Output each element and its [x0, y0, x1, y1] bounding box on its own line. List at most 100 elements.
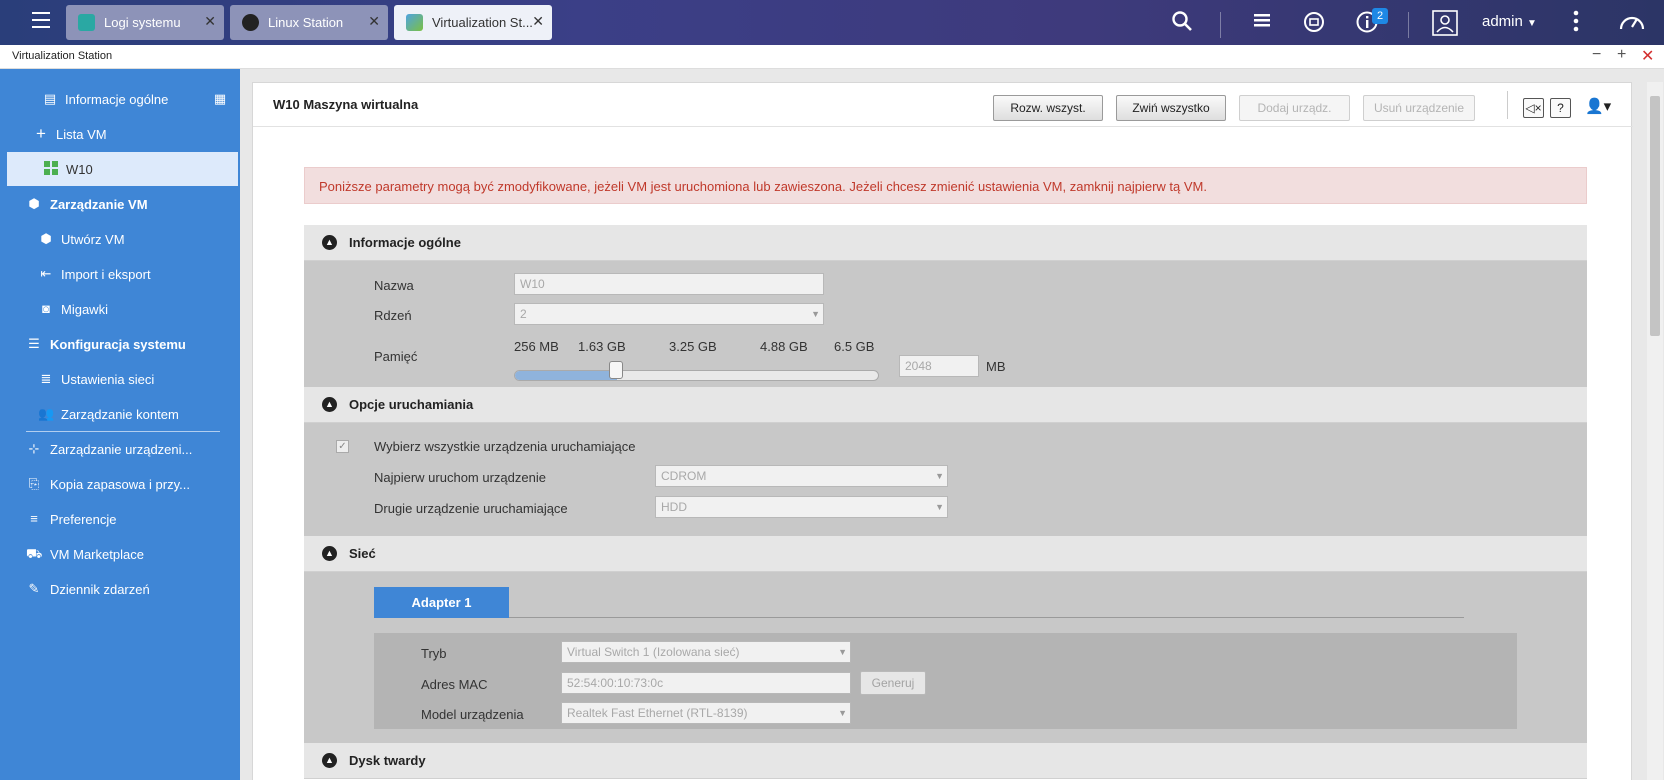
virtualization-cube-icon	[406, 14, 423, 31]
sidebar-item-event-log[interactable]: ✎ Dziennik zdarzeń	[0, 572, 240, 606]
sidebar-item-label: Preferencje	[50, 512, 117, 527]
maximize-button[interactable]: +	[1617, 46, 1626, 64]
help-icon[interactable]: ?	[1550, 98, 1571, 118]
mode-value: Virtual Switch 1 (Izolowana sieć)	[567, 645, 740, 659]
sidebar-item-vm-list[interactable]: + Lista VM	[0, 117, 240, 151]
stack-icon[interactable]	[1250, 10, 1274, 36]
mac-field[interactable]: 52:54:00:10:73:0c	[561, 672, 851, 694]
camera-icon: ◙	[42, 301, 50, 316]
section-title: Sieć	[349, 546, 376, 561]
expand-all-button[interactable]: Rozw. wszyst.	[993, 95, 1103, 121]
dashboard-gauge-icon[interactable]	[1618, 10, 1646, 36]
minimize-button[interactable]: −	[1592, 46, 1601, 64]
sidebar-item-label: W10	[66, 162, 93, 177]
section-boot-header[interactable]: ▲ Opcje uruchamiania	[304, 387, 1587, 423]
memory-input[interactable]: 2048	[899, 355, 979, 377]
sidebar-item-label: VM Marketplace	[50, 547, 144, 562]
close-window-button[interactable]: ✕	[1641, 46, 1654, 66]
select-all-boot-checkbox[interactable]: ✓	[336, 440, 349, 453]
sidebar-item-create-vm[interactable]: ⬢ Utwórz VM	[0, 222, 240, 256]
tab-label: Linux Station	[268, 15, 344, 30]
scrollbar-thumb[interactable]	[1650, 96, 1660, 336]
chevron-up-icon: ▲	[322, 546, 337, 561]
section-disk-header[interactable]: ▲ Dysk twardy	[304, 743, 1587, 779]
close-icon[interactable]: ✕	[368, 13, 380, 30]
memory-tick: 6.5 GB	[834, 339, 875, 354]
name-field[interactable]: W10	[514, 273, 824, 295]
panel-header: W10 Maszyna wirtualna Rozw. wszyst. Zwiń…	[253, 83, 1633, 127]
remove-device-button[interactable]: Usuń urządzenie	[1363, 95, 1475, 121]
chevron-up-icon: ▲	[322, 235, 337, 250]
memory-slider-track[interactable]	[514, 370, 879, 381]
plus-icon: +	[36, 124, 46, 143]
select-all-boot-label: Wybierz wszystkie urządzenia uruchamiają…	[374, 439, 636, 454]
section-title: Informacje ogólne	[349, 235, 461, 250]
tab-label: Virtualization St...	[432, 15, 533, 30]
close-icon[interactable]: ✕	[532, 13, 544, 30]
section-general-body: Nazwa W10 Rdzeń 2 ▼ Pamięć 256 MB 1.63 G…	[304, 261, 1587, 387]
speaker-mute-icon[interactable]: ◁×	[1523, 98, 1544, 118]
sidebar-item-label: Dziennik zdarzeń	[50, 582, 150, 597]
username: admin	[1482, 13, 1523, 30]
mode-label: Tryb	[421, 646, 447, 661]
search-icon[interactable]	[1170, 10, 1194, 36]
cubes-small-icon: ⬢	[40, 231, 52, 246]
section-title: Dysk twardy	[349, 753, 426, 768]
sidebar-item-system-config[interactable]: ☰ Konfiguracja systemu	[0, 327, 240, 361]
sidebar-item-preferences[interactable]: ≡ Preferencje	[0, 502, 240, 536]
user-menu[interactable]: admin ▼	[1482, 13, 1537, 30]
caret-down-icon: ▼	[1527, 18, 1537, 29]
sidebar-item-import-export[interactable]: ⇤ Import i eksport	[0, 257, 240, 291]
sidebar-item-vm-marketplace[interactable]: ⛟ VM Marketplace	[0, 537, 240, 571]
section-general-header[interactable]: ▲ Informacje ogólne	[304, 225, 1587, 261]
sidebar-item-general-info[interactable]: ▤ Informacje ogólne ▦	[0, 82, 240, 116]
sidebar-item-label: Lista VM	[56, 127, 107, 142]
add-device-button[interactable]: Dodaj urządz.	[1239, 95, 1350, 121]
tab-logi-systemu[interactable]: Logi systemu ✕	[66, 5, 224, 40]
section-network-body: Adapter 1 Tryb Virtual Switch 1 (Izolowa…	[304, 572, 1587, 743]
sidebar-item-label: Import i eksport	[61, 267, 151, 282]
memory-label: Pamięć	[374, 349, 418, 364]
generate-mac-button[interactable]: Generuj	[860, 671, 926, 695]
tab-adapter-1[interactable]: Adapter 1	[374, 587, 509, 618]
close-icon[interactable]: ✕	[204, 13, 216, 30]
sidebar-item-account-management[interactable]: 👥 Zarządzanie kontem	[0, 397, 240, 431]
users-icon: 👥	[38, 406, 55, 421]
section-boot-body: ✓ Wybierz wszystkie urządzenia uruchamia…	[304, 423, 1587, 536]
more-vertical-icon[interactable]	[1568, 10, 1584, 36]
main-area: W10 Maszyna wirtualna Rozw. wszyst. Zwiń…	[240, 69, 1664, 780]
mode-select[interactable]: Virtual Switch 1 (Izolowana sieć) ▼	[561, 641, 851, 663]
sidebar-item-backup[interactable]: ⎘ Kopia zapasowa i przy...	[0, 467, 240, 501]
sidebar-item-label: Ustawienia sieci	[61, 372, 155, 387]
user-icon[interactable]	[1432, 10, 1458, 36]
sidebar: ▤ Informacje ogólne ▦ + Lista VM W10 ⬢ Z…	[0, 69, 240, 780]
memory-tick: 4.88 GB	[760, 339, 808, 354]
sync-icon[interactable]	[1302, 10, 1326, 36]
second-boot-select[interactable]: HDD ▼	[655, 496, 948, 518]
sidebar-item-snapshots[interactable]: ◙ Migawki	[0, 292, 240, 326]
scrollbar[interactable]	[1647, 82, 1663, 780]
sidebar-item-label: Kopia zapasowa i przy...	[50, 477, 190, 492]
layout-icon[interactable]: ▦	[212, 91, 228, 107]
tab-virtualization-station[interactable]: Virtualization St... ✕	[394, 5, 552, 40]
memory-tick: 1.63 GB	[578, 339, 626, 354]
tab-underline	[509, 617, 1464, 618]
warning-banner: Poniższe parametry mogą być zmodyfikowan…	[304, 167, 1587, 204]
sidebar-item-network-settings[interactable]: ≣ Ustawienia sieci	[0, 362, 240, 396]
first-boot-select[interactable]: CDROM ▼	[655, 465, 948, 487]
memory-slider-handle[interactable]	[609, 361, 624, 379]
chevron-down-icon: ▼	[935, 502, 944, 512]
section-network-header[interactable]: ▲ Sieć	[304, 536, 1587, 572]
menu-icon[interactable]	[28, 10, 54, 34]
tab-linux-station[interactable]: Linux Station ✕	[230, 5, 388, 40]
memory-tick: 3.25 GB	[669, 339, 717, 354]
user-menu-icon[interactable]: 👤▾	[1585, 97, 1611, 115]
sidebar-item-label: Zarządzanie kontem	[61, 407, 179, 422]
sidebar-item-device-management[interactable]: ⊹ Zarządzanie urządzeni...	[0, 432, 240, 466]
core-select[interactable]: 2 ▼	[514, 303, 824, 325]
first-boot-label: Najpierw uruchom urządzenie	[374, 470, 546, 485]
collapse-all-button[interactable]: Zwiń wszystko	[1116, 95, 1226, 121]
model-select[interactable]: Realtek Fast Ethernet (RTL-8139) ▼	[561, 702, 851, 724]
sidebar-item-vm-management[interactable]: ⬢ Zarządzanie VM	[0, 187, 240, 221]
sidebar-item-w10[interactable]: W10	[7, 152, 238, 186]
